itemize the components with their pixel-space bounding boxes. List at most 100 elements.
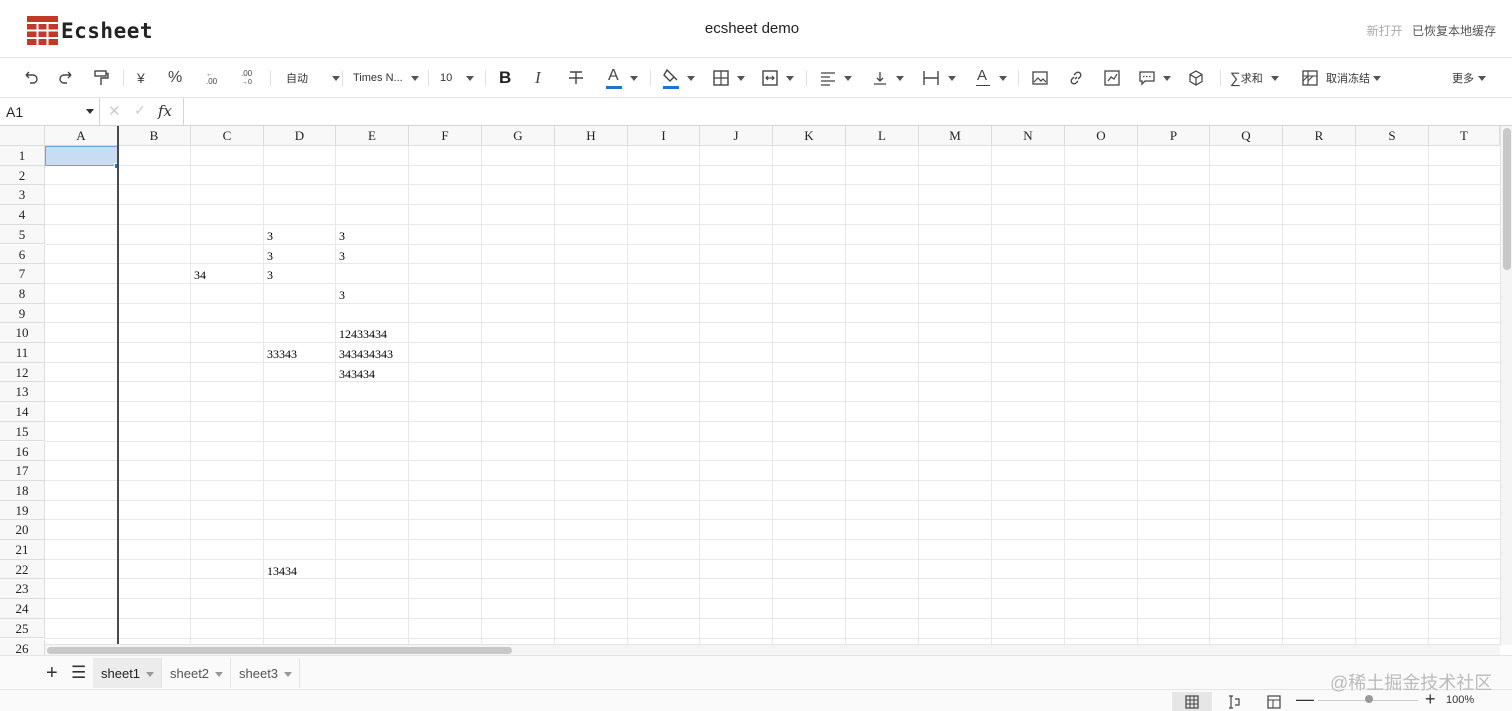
number-format-dropdown[interactable]: 自动	[286, 66, 340, 90]
row-header-13[interactable]: 13	[0, 382, 45, 403]
row-header-20[interactable]: 20	[0, 520, 45, 540]
row-header-24[interactable]: 24	[0, 599, 45, 619]
row-header-23[interactable]: 23	[0, 579, 45, 600]
column-header-l[interactable]: L	[846, 126, 919, 146]
merge-cells-button[interactable]	[762, 66, 794, 90]
cancel-formula-icon[interactable]: ✕	[108, 102, 121, 120]
row-header-21[interactable]: 21	[0, 540, 45, 560]
column-header-j[interactable]: J	[700, 126, 773, 146]
row-header-7[interactable]: 7	[0, 264, 45, 284]
border-button[interactable]	[713, 66, 745, 90]
confirm-formula-icon[interactable]: ✓	[134, 102, 146, 119]
cell-e8[interactable]: 3	[336, 288, 345, 303]
text-rotate-button[interactable]: A	[975, 66, 1007, 90]
select-all-corner[interactable]	[0, 126, 45, 146]
column-header-s[interactable]: S	[1356, 126, 1429, 146]
decrease-decimal-button[interactable]: ← .00	[204, 66, 222, 90]
insert-chart-button[interactable]	[1104, 66, 1120, 90]
freeze-line[interactable]	[117, 126, 119, 645]
row-header-10[interactable]: 10	[0, 323, 45, 343]
text-wrap-button[interactable]	[922, 66, 956, 90]
strikethrough-button[interactable]	[568, 66, 584, 90]
row-header-6[interactable]: 6	[0, 244, 45, 265]
column-header-o[interactable]: O	[1065, 126, 1138, 146]
cell-d11[interactable]: 33343	[264, 347, 297, 362]
chevron-down-icon[interactable]	[215, 672, 224, 678]
column-header-t[interactable]: T	[1429, 126, 1500, 146]
row-header-14[interactable]: 14	[0, 402, 45, 422]
column-header-p[interactable]: P	[1138, 126, 1210, 146]
column-header-r[interactable]: R	[1283, 126, 1356, 146]
row-header-19[interactable]: 19	[0, 500, 45, 521]
cell-e5[interactable]: 3	[336, 229, 345, 244]
row-header-8[interactable]: 8	[0, 283, 45, 304]
cell-d7[interactable]: 3	[264, 268, 273, 283]
column-header-m[interactable]: M	[919, 126, 992, 146]
horizontal-scroll-thumb[interactable]	[47, 647, 512, 654]
row-header-1[interactable]: 1	[0, 146, 45, 166]
increase-decimal-button[interactable]: .00 →0	[239, 66, 257, 90]
cell-d22[interactable]: 13434	[264, 564, 297, 579]
zoom-slider-handle[interactable]	[1365, 695, 1373, 703]
fx-icon[interactable]: fx	[158, 102, 172, 120]
row-header-22[interactable]: 22	[0, 559, 45, 580]
formula-input[interactable]	[183, 98, 1512, 126]
row-header-11[interactable]: 11	[0, 343, 45, 363]
cell-e12[interactable]: 343434	[336, 367, 375, 382]
row-header-4[interactable]: 4	[0, 205, 45, 225]
more-dropdown[interactable]: 更多	[1452, 66, 1486, 90]
column-header-a[interactable]: A	[45, 126, 118, 146]
sheet-tab-sheet1[interactable]: sheet1	[93, 658, 162, 688]
freeze-dropdown[interactable]: 取消冻结	[1302, 66, 1381, 90]
font-size-dropdown[interactable]: 10	[440, 66, 475, 90]
insert-comment-button[interactable]	[1139, 66, 1171, 90]
undo-button[interactable]	[22, 66, 40, 90]
sum-dropdown[interactable]: ∑ 求和	[1230, 66, 1279, 90]
insert-link-button[interactable]	[1068, 66, 1084, 90]
row-header-9[interactable]: 9	[0, 303, 45, 324]
vertical-scroll-thumb[interactable]	[1503, 128, 1511, 270]
cell-e10[interactable]: 12433434	[336, 327, 387, 342]
font-color-button[interactable]: A	[606, 66, 638, 90]
sheet-tab-sheet3[interactable]: sheet3	[231, 658, 300, 688]
row-header-16[interactable]: 16	[0, 441, 45, 462]
row-header-3[interactable]: 3	[0, 185, 45, 206]
row-header-25[interactable]: 25	[0, 618, 45, 639]
chevron-down-icon[interactable]	[146, 672, 155, 678]
font-family-dropdown[interactable]: Times N...	[353, 66, 419, 90]
chevron-down-icon[interactable]	[284, 672, 293, 678]
screenshot-button[interactable]	[1188, 66, 1204, 90]
column-header-i[interactable]: I	[628, 126, 700, 146]
cell-d6[interactable]: 3	[264, 249, 273, 264]
insert-image-button[interactable]	[1032, 66, 1048, 90]
spreadsheet-grid[interactable]: A B C D E F G H I J K L M N O P Q R S T 1 2 3 4 5 6 7 8 9 10 11 12 13 14 1…	[0, 126, 1512, 655]
normal-view-button[interactable]	[1172, 692, 1212, 711]
cell-e11[interactable]: 343434343	[336, 347, 393, 362]
page-break-view-button[interactable]	[1254, 692, 1294, 711]
cell-d5[interactable]: 3	[264, 229, 273, 244]
column-header-n[interactable]: N	[992, 126, 1065, 146]
sheet-list-button[interactable]: ☰	[71, 663, 86, 683]
currency-format-button[interactable]: ¥	[137, 66, 145, 90]
row-header-26[interactable]: 26	[0, 638, 45, 655]
redo-button[interactable]	[57, 66, 75, 90]
horizontal-scrollbar[interactable]	[45, 644, 1500, 655]
new-open-link[interactable]: 新打开	[1367, 24, 1403, 38]
column-header-e[interactable]: E	[336, 126, 409, 146]
column-header-h[interactable]: H	[555, 126, 628, 146]
italic-button[interactable]: I	[535, 66, 541, 90]
zoom-out-button[interactable]: —	[1296, 689, 1314, 710]
row-header-12[interactable]: 12	[0, 362, 45, 383]
name-box[interactable]: A1	[0, 98, 100, 126]
add-sheet-button[interactable]: +	[46, 662, 58, 685]
vertical-scrollbar[interactable]	[1500, 126, 1512, 645]
sheet-tab-sheet2[interactable]: sheet2	[162, 658, 231, 688]
format-painter-button[interactable]	[92, 66, 110, 90]
row-header-17[interactable]: 17	[0, 461, 45, 481]
column-header-k[interactable]: K	[773, 126, 846, 146]
row-header-18[interactable]: 18	[0, 480, 45, 501]
bold-button[interactable]: B	[499, 66, 511, 90]
column-header-b[interactable]: B	[118, 126, 191, 146]
row-header-5[interactable]: 5	[0, 224, 45, 245]
page-layout-view-button[interactable]	[1214, 692, 1254, 711]
